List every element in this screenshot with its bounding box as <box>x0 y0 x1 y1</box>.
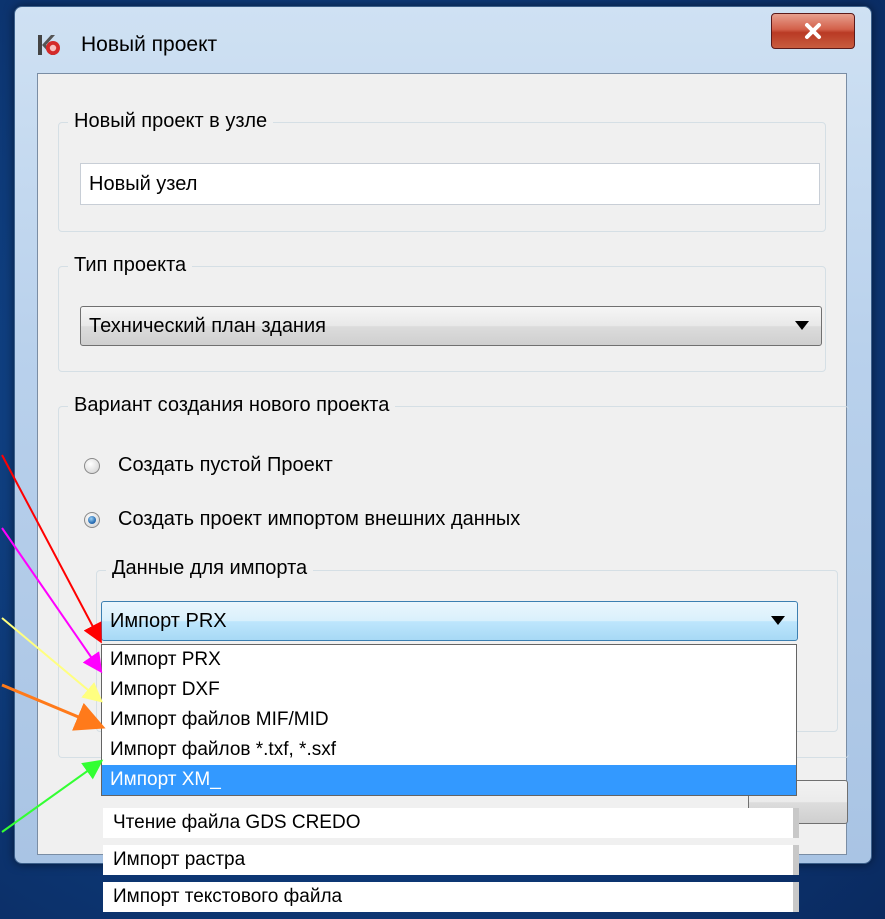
arrow-yellow <box>1 617 104 703</box>
arrow-green <box>1 759 104 833</box>
arrow-red <box>1 454 102 644</box>
arrow-orange <box>1 683 106 731</box>
annotation-arrows <box>1 454 106 833</box>
